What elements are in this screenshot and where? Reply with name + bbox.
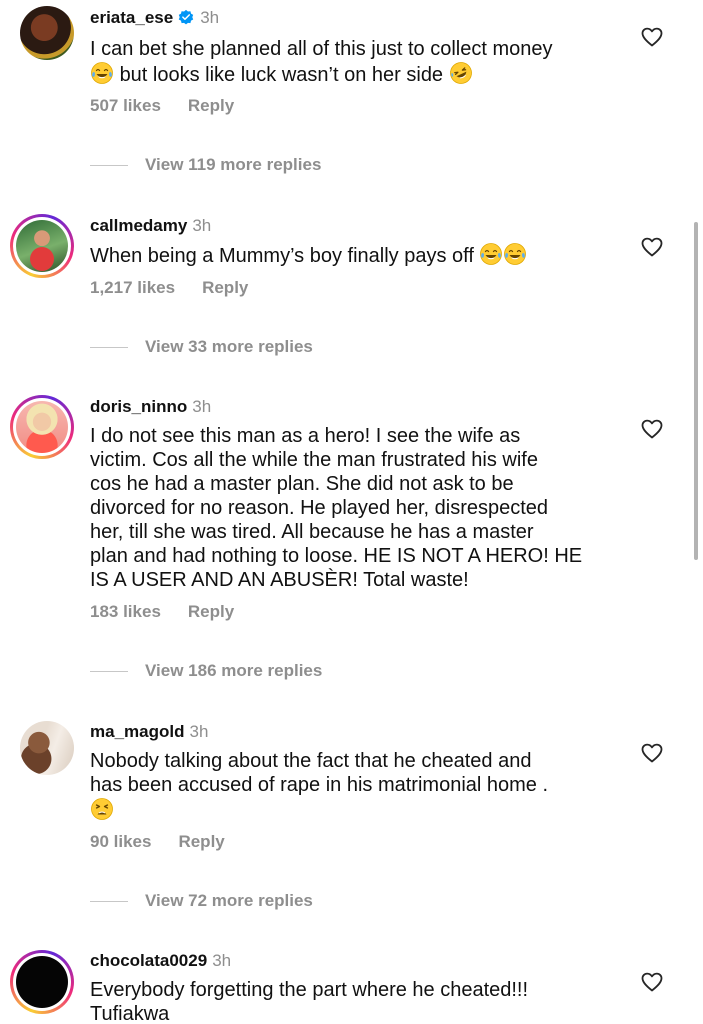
comment-text-line-2: but looks like luck wasn’t on her side (90, 61, 630, 87)
view-replies-label: View 72 more replies (145, 891, 313, 910)
laughing-emoji-icon (479, 242, 503, 266)
divider-line (90, 671, 128, 673)
like-heart-icon[interactable] (640, 417, 664, 441)
scrollbar[interactable] (694, 222, 698, 560)
reply-button[interactable]: Reply (202, 278, 248, 298)
comment-text-line: Everybody forgetting the part where he c… (90, 979, 529, 1001)
laughing-emoji-icon (90, 61, 114, 85)
divider-line (90, 901, 128, 903)
timestamp: 3h (192, 397, 212, 416)
timestamp: 3h (200, 8, 220, 27)
view-replies-button[interactable]: View 72 more replies (90, 891, 313, 911)
comment-text-line: When being a Mummy’s boy finally pays of… (90, 245, 474, 267)
comment-text: I do not see this man as a hero! I see t… (90, 424, 630, 592)
likes-count[interactable]: 507 likes (90, 96, 161, 116)
view-replies-button[interactable]: View 33 more replies (90, 337, 313, 357)
username[interactable]: ma_magold (90, 722, 184, 741)
view-replies-button[interactable]: View 119 more replies (90, 155, 321, 175)
comment-text-line: victim. Cos all the while the man frustr… (90, 449, 538, 471)
avatar[interactable] (20, 721, 74, 775)
divider-line (90, 165, 128, 167)
likes-count[interactable]: 1,217 likes (90, 278, 175, 298)
comment-text-line: I can bet she planned all of this just t… (90, 38, 553, 60)
comment-text-line: Tufiakwa (90, 1003, 170, 1024)
timestamp: 3h (192, 216, 212, 235)
like-heart-icon[interactable] (640, 741, 664, 765)
comment-meta: 507 likes Reply (90, 96, 234, 116)
comment-meta: 1,217 likes Reply (90, 278, 248, 298)
comment-text-line: Nobody talking about the fact that he ch… (90, 750, 532, 772)
comment-text-line: I do not see this man as a hero! I see t… (90, 425, 521, 447)
comment-text-line: cos he had a master plan. She did not as… (90, 473, 514, 495)
comment-text-line: plan and had nothing to loose. HE IS NOT… (90, 545, 583, 567)
avatar[interactable] (10, 395, 74, 459)
avatar[interactable] (20, 6, 74, 60)
timestamp: 3h (189, 722, 209, 741)
like-heart-icon[interactable] (640, 25, 664, 49)
comment-meta: 90 likes Reply (90, 832, 225, 852)
username[interactable]: callmedamy (90, 216, 187, 235)
likes-count[interactable]: 183 likes (90, 602, 161, 622)
comment-text: When being a Mummy’s boy finally pays of… (90, 242, 630, 268)
rofl-emoji-icon (449, 61, 473, 85)
avatar[interactable] (10, 214, 74, 278)
comment-text-line: her, till she was tired. All because he … (90, 521, 534, 543)
comment-header: chocolata0029 3h (90, 951, 231, 971)
comment-header: doris_ninno 3h (90, 397, 211, 417)
tired-face-emoji-icon (90, 797, 114, 821)
username[interactable]: chocolata0029 (90, 951, 207, 970)
comment-text: Nobody talking about the fact that he ch… (90, 749, 630, 823)
avatar[interactable] (10, 950, 74, 1014)
reply-button[interactable]: Reply (178, 832, 224, 852)
view-replies-button[interactable]: View 186 more replies (90, 661, 322, 681)
timestamp: 3h (212, 951, 232, 970)
comment-meta: 183 likes Reply (90, 602, 234, 622)
divider-line (90, 347, 128, 349)
comment-text: Everybody forgetting the part where he c… (90, 978, 630, 1024)
like-heart-icon[interactable] (640, 970, 664, 994)
comment-header: callmedamy 3h (90, 216, 211, 236)
comment-text-line: IS A USER AND AN ABUSÈR! Total waste! (90, 569, 469, 591)
username[interactable]: doris_ninno (90, 397, 187, 416)
view-replies-label: View 33 more replies (145, 337, 313, 356)
comment-text-line: but looks like luck wasn’t on her side (119, 64, 444, 86)
view-replies-label: View 119 more replies (145, 155, 322, 174)
view-replies-label: View 186 more replies (145, 661, 323, 680)
verified-badge-icon (177, 8, 195, 26)
username[interactable]: eriata_ese (90, 8, 173, 27)
comment-text-line: has been accused of rape in his matrimon… (90, 774, 549, 796)
likes-count[interactable]: 90 likes (90, 832, 151, 852)
reply-button[interactable]: Reply (188, 96, 234, 116)
comment-header: eriata_ese 3h (90, 8, 219, 28)
laughing-emoji-icon (503, 242, 527, 266)
like-heart-icon[interactable] (640, 235, 664, 259)
comment-text: I can bet she planned all of this just t… (90, 37, 630, 87)
reply-button[interactable]: Reply (188, 602, 234, 622)
comment-text-line: divorced for no reason. He played her, d… (90, 497, 549, 519)
comment-header: ma_magold 3h (90, 722, 208, 742)
